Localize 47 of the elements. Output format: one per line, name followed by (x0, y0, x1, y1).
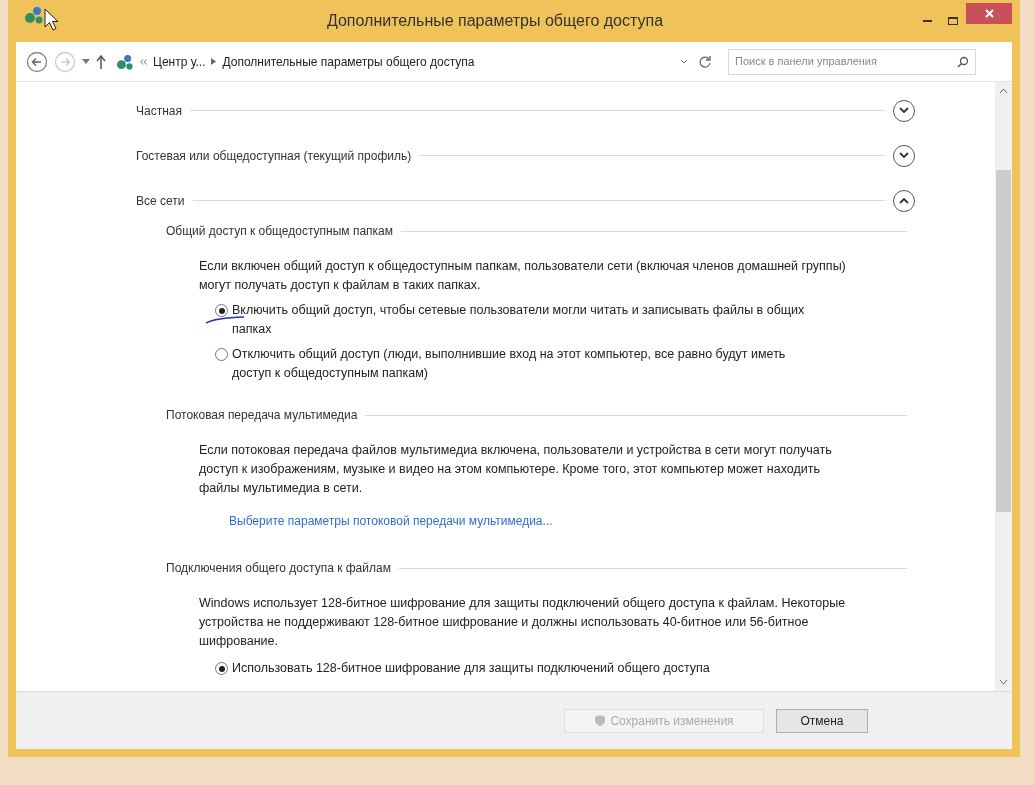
dropdown-icon[interactable] (82, 58, 90, 65)
dialog-button[interactable]: Отмена (776, 708, 868, 733)
section-heading: Все сети (136, 192, 185, 210)
radio-button[interactable] (215, 662, 228, 675)
scroll-up-icon[interactable] (999, 88, 1008, 94)
address-field[interactable]: Центр у... Дополнительные параметры общего доступа (112, 48, 692, 75)
description-text: Если включен общий доступ к общедоступным папкам, пользователи сети (включая членов домашней группы) могут получать доступ к файлам в таких папках. (199, 258, 847, 294)
group-heading: Потоковая передача мультимедиа (166, 407, 358, 424)
mouse-pointer-icon (44, 8, 60, 32)
search-icon (957, 55, 969, 68)
close-icon (984, 8, 994, 18)
radio-button[interactable] (215, 348, 228, 361)
search-input[interactable]: Поиск в панели управления (735, 53, 957, 70)
description-text: Если потоковая передача файлов мультимедиа включена, пользователи и устройства в сети могут получать доступ к изображениям, музыке и видео на этом компьютере. Кроме того, этот компьютер может находить файлы мультимедиа в сети. (199, 442, 833, 497)
radio-label: Отключить общий доступ (люди, выполнившие вход на этот компьютер, все равно будут иметь доступ к общедоступным папкам) (232, 346, 787, 382)
chevron-down-icon (899, 107, 909, 114)
chevron-icon[interactable] (211, 58, 217, 65)
breadcrumb-item[interactable]: Дополнительные параметры общего доступа (222, 52, 475, 71)
description-text: Windows использует 128-битное шифрование для защиты подключений общего доступа к файлам. Некоторые устройства не поддерживают 128-битное шифрование и должны использовать 40-битное или 56-битное шифрование. (199, 595, 847, 650)
expand-button[interactable] (893, 99, 915, 122)
pen-stroke (205, 315, 245, 325)
double-chevron-icon[interactable] (140, 58, 147, 65)
radio-label: Использовать 128-битное шифрование для защиты подключений общего доступа (232, 660, 711, 677)
chevron-up-icon (899, 197, 909, 204)
section-heading: Гостевая или общедоступная (текущий профиль) (136, 147, 412, 165)
refresh-icon[interactable] (698, 54, 712, 69)
link[interactable]: Выберите параметры потоковой передачи мультимедиа... (199, 506, 875, 536)
dropdown-icon[interactable] (680, 58, 688, 65)
shield-icon (594, 714, 607, 727)
back-icon[interactable] (26, 50, 48, 73)
collapse-button[interactable] (893, 189, 915, 212)
window-title: Дополнительные параметры общего доступа (326, 11, 664, 31)
radio-label: Включить общий доступ, чтобы сетевые пользователи могли читать и записывать файлы в общих папках (232, 302, 806, 338)
breadcrumb-item[interactable]: Центр у... (153, 52, 206, 71)
search-field[interactable]: Поиск в панели управления (728, 48, 976, 75)
scroll-down-icon[interactable] (999, 679, 1008, 685)
scrollbar[interactable] (995, 82, 1012, 691)
chevron-down-icon (899, 152, 909, 159)
group-heading: Общий доступ к общедоступным папкам (166, 223, 393, 240)
radio-button[interactable] (215, 304, 228, 317)
network-icon (116, 53, 134, 70)
network-icon (24, 6, 44, 24)
section-heading: Частная (136, 102, 182, 120)
group-heading: Подключения общего доступа к файлам (166, 560, 391, 577)
up-arrow-icon[interactable] (96, 54, 106, 69)
close-button[interactable] (966, 2, 1012, 24)
expand-button[interactable] (893, 144, 915, 167)
